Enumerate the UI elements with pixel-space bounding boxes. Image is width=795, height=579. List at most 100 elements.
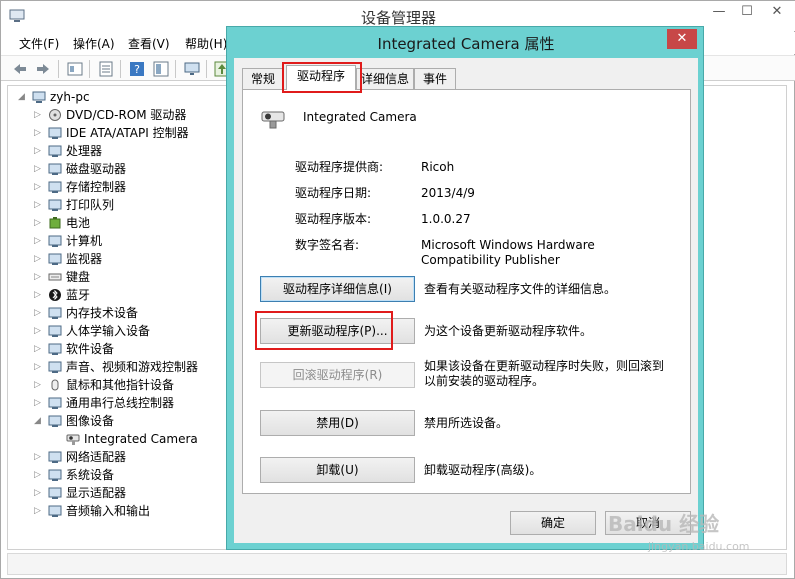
tree-item-label: 存储控制器 [66, 180, 127, 194]
collapse-arrow-icon[interactable]: ◢ [18, 88, 30, 106]
highlight-box-driver-tab [282, 62, 362, 93]
collapse-arrow-icon[interactable]: ◢ [34, 412, 46, 430]
tree-item[interactable]: ▷ 监视器 [34, 250, 234, 268]
dialog-close-button[interactable]: ✕ [667, 29, 697, 49]
tree-item[interactable]: ▷ 磁盘驱动器 [34, 160, 234, 178]
expand-arrow-icon[interactable]: ▷ [34, 124, 46, 142]
memory-device-icon [48, 307, 62, 319]
monitor-icon[interactable] [183, 60, 201, 78]
system-device-icon [48, 469, 62, 481]
tree-item[interactable]: ▷ 通用串行总线控制器 [34, 394, 234, 412]
tree-item[interactable]: ▷ 音频输入和输出 [34, 502, 234, 520]
menu-help[interactable]: 帮助(H) [185, 35, 227, 52]
driver-details-desc: 查看有关驱动程序文件的详细信息。 [424, 282, 617, 296]
close-button[interactable]: ✕ [763, 1, 791, 23]
properties-icon[interactable] [66, 60, 84, 78]
menu-file[interactable]: 文件(F) [19, 35, 59, 52]
tree-item-label: 通用串行总线控制器 [66, 396, 175, 410]
menu-view[interactable]: 查看(V) [128, 35, 170, 52]
uninstall-button[interactable]: 卸载(U) [260, 457, 415, 483]
tree-item[interactable]: ▷ 显示适配器 [34, 484, 234, 502]
expand-arrow-icon[interactable]: ▷ [34, 178, 46, 196]
tree-item[interactable]: ◢ 图像设备 [34, 412, 234, 430]
dvd-drive-icon [49, 109, 61, 121]
tree-item-label: 电池 [66, 216, 91, 230]
expand-arrow-icon[interactable]: ▷ [34, 160, 46, 178]
tree-item[interactable]: ▷ 声音、视频和游戏控制器 [34, 358, 234, 376]
tree-item[interactable]: ▷ 人体学输入设备 [34, 322, 234, 340]
back-icon[interactable] [11, 60, 29, 78]
ok-button[interactable]: 确定 [510, 511, 596, 535]
expand-arrow-icon[interactable]: ▷ [34, 358, 46, 376]
window-title: 设备管理器 [360, 9, 436, 27]
expand-arrow-icon[interactable]: ▷ [34, 376, 46, 394]
tree-item-label: 处理器 [66, 144, 103, 158]
tree-item[interactable]: ▷ IDE ATA/ATAPI 控制器 [34, 124, 234, 142]
computer-icon [32, 91, 46, 103]
tree-item-label: 计算机 [66, 234, 103, 248]
tree-item[interactable]: ▷ 系统设备 [34, 466, 234, 484]
maximize-button[interactable]: ☐ [733, 1, 761, 23]
tree-item[interactable]: ▷ 打印队列 [34, 196, 234, 214]
monitor-icon [48, 253, 62, 265]
dialog-title: Integrated Camera 属性 [377, 35, 555, 53]
properties-dialog: Integrated Camera 属性 ✕ 常规 驱动程序 详细信息 事件 I… [226, 26, 704, 550]
tree-item[interactable]: ▷ 计算机 [34, 232, 234, 250]
expand-arrow-icon[interactable]: ▷ [34, 286, 46, 304]
tab-details[interactable]: 详细信息 [356, 68, 414, 89]
expand-arrow-icon[interactable]: ▷ [34, 268, 46, 286]
usb-icon [48, 397, 62, 409]
software-device-icon [48, 343, 62, 355]
expand-arrow-icon[interactable]: ▷ [34, 466, 46, 484]
driver-provider-value: Ricoh [421, 160, 455, 174]
expand-arrow-icon[interactable]: ▷ [34, 214, 46, 232]
expand-arrow-icon[interactable]: ▷ [34, 304, 46, 322]
tree-item-label: 磁盘驱动器 [66, 162, 127, 176]
tree-item[interactable]: ▷ 鼠标和其他指针设备 [34, 376, 234, 394]
tree-item[interactable]: ▷ 存储控制器 [34, 178, 234, 196]
expand-arrow-icon[interactable]: ▷ [34, 232, 46, 250]
expand-arrow-icon[interactable]: ▷ [34, 394, 46, 412]
rollback-driver-button[interactable]: 回滚驱动程序(R) [260, 362, 415, 388]
sheet-icon[interactable] [97, 60, 115, 78]
tree-item-label: 人体学输入设备 [66, 324, 151, 338]
svg-text:?: ? [134, 63, 140, 76]
view-icon[interactable] [152, 60, 170, 78]
expand-arrow-icon[interactable]: ▷ [34, 502, 46, 520]
update-driver-desc: 为这个设备更新驱动程序软件。 [424, 324, 593, 338]
tree-child-item[interactable]: Integrated Camera [52, 430, 252, 448]
minimize-button[interactable]: — [705, 1, 733, 23]
tree-item[interactable]: ▷ 键盘 [34, 268, 234, 286]
disable-button[interactable]: 禁用(D) [260, 410, 415, 436]
expand-arrow-icon[interactable]: ▷ [34, 196, 46, 214]
expand-arrow-icon[interactable]: ▷ [34, 142, 46, 160]
tab-general[interactable]: 常规 [242, 68, 284, 89]
help-icon[interactable]: ? [128, 60, 146, 78]
tree-item[interactable]: ▷ 处理器 [34, 142, 234, 160]
driver-details-button[interactable]: 驱动程序详细信息(I) [260, 276, 415, 302]
expand-arrow-icon[interactable]: ▷ [34, 484, 46, 502]
expand-arrow-icon[interactable]: ▷ [34, 250, 46, 268]
camera-icon [66, 434, 80, 445]
menu-action[interactable]: 操作(A) [73, 35, 115, 52]
driver-version-value: 1.0.0.27 [421, 212, 471, 226]
forward-icon[interactable] [34, 60, 52, 78]
storage-controller-icon [48, 181, 62, 193]
tree-root[interactable]: ◢ zyh-pc [18, 88, 218, 106]
expand-arrow-icon[interactable]: ▷ [34, 340, 46, 358]
tree-item[interactable]: ▷ 内存技术设备 [34, 304, 234, 322]
processor-icon [48, 145, 62, 157]
expand-arrow-icon[interactable]: ▷ [34, 448, 46, 466]
status-bar [7, 553, 787, 575]
tree-item[interactable]: ▷ 蓝牙 [34, 286, 234, 304]
tree-item[interactable]: ▷ DVD/CD-ROM 驱动器 [34, 106, 234, 124]
tree-item[interactable]: ▷ 网络适配器 [34, 448, 234, 466]
tree-item[interactable]: ▷ 软件设备 [34, 340, 234, 358]
tree-item-label: 软件设备 [66, 342, 115, 356]
expand-arrow-icon[interactable]: ▷ [34, 106, 46, 124]
expand-arrow-icon[interactable]: ▷ [34, 322, 46, 340]
tree-item-label: DVD/CD-ROM 驱动器 [66, 108, 187, 122]
tab-events[interactable]: 事件 [414, 68, 456, 89]
tree-item[interactable]: ▷ 电池 [34, 214, 234, 232]
tree-item-label: 声音、视频和游戏控制器 [66, 360, 199, 374]
